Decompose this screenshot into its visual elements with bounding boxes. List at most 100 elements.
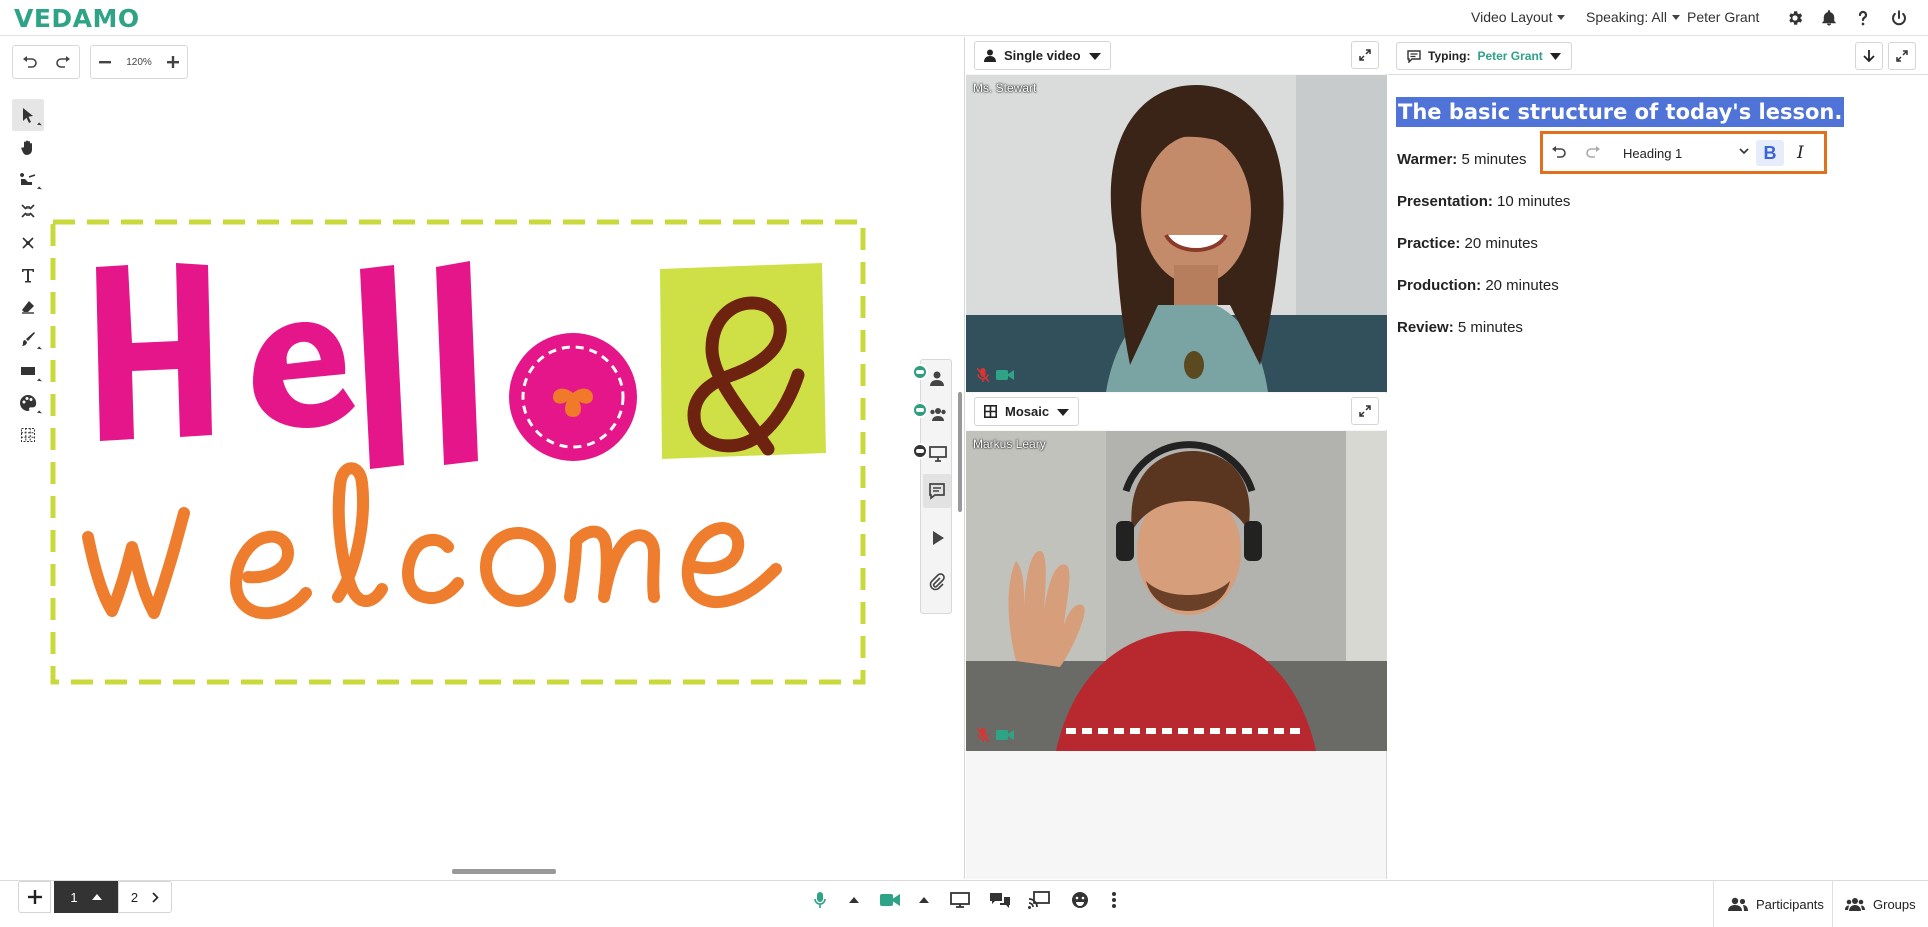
- hello-welcome-image[interactable]: [48, 217, 868, 687]
- gear-icon[interactable]: [1783, 6, 1807, 30]
- pointer-tool[interactable]: [12, 163, 44, 195]
- typing-user: Peter Grant: [1477, 49, 1543, 63]
- notes-tab[interactable]: [923, 474, 951, 508]
- single-video-dropdown[interactable]: Single video: [974, 41, 1111, 70]
- zoom-group: 120%: [90, 45, 188, 79]
- groups-button[interactable]: Groups: [1832, 881, 1928, 927]
- chevron-right-icon: [152, 891, 159, 903]
- lesson-item[interactable]: Review: 5 minutes: [1397, 319, 1523, 336]
- next-page[interactable]: 2: [118, 881, 172, 913]
- shape-tool[interactable]: [12, 355, 44, 387]
- microphone-icon[interactable]: [806, 888, 834, 912]
- caret-down-icon: [1088, 52, 1101, 60]
- palette-tool[interactable]: [12, 387, 44, 419]
- style-select[interactable]: Heading 1: [1623, 146, 1682, 161]
- video-tile-leary[interactable]: Markus Leary: [966, 431, 1387, 751]
- chat-icon[interactable]: [986, 888, 1014, 912]
- user-name[interactable]: Peter Grant: [1687, 9, 1759, 25]
- participant-video: [966, 75, 1387, 392]
- bold-button[interactable]: B: [1756, 140, 1784, 166]
- speaking-menu[interactable]: Speaking: All: [1586, 9, 1680, 25]
- group-icon[interactable]: [929, 406, 947, 422]
- status-dot: [912, 364, 928, 380]
- lesson-item[interactable]: Presentation: 10 minutes: [1397, 193, 1570, 210]
- expand-icon[interactable]: [1351, 41, 1379, 69]
- help-icon[interactable]: [1851, 6, 1875, 30]
- caret-down-icon: [1557, 14, 1566, 20]
- vertical-scrollbar[interactable]: [958, 392, 962, 512]
- caret-up-icon[interactable]: [840, 888, 868, 912]
- redo-icon[interactable]: [55, 55, 71, 69]
- notes-header: Typing: Peter Grant: [1388, 37, 1928, 75]
- caret-up-icon[interactable]: [910, 888, 938, 912]
- video-layout-menu[interactable]: Video Layout: [1471, 9, 1566, 25]
- screen-icon[interactable]: [929, 446, 947, 462]
- caret-down-icon: [1671, 14, 1680, 20]
- lesson-item[interactable]: Warmer: 5 minutes: [1397, 151, 1527, 168]
- whiteboard[interactable]: 120%: [3, 37, 965, 879]
- text-tool[interactable]: [12, 259, 44, 291]
- caret-down-icon: [1057, 408, 1070, 416]
- horizontal-scrollbar[interactable]: [452, 869, 556, 874]
- typing-label: Typing:: [1428, 49, 1471, 63]
- lesson-item[interactable]: Practice: 20 minutes: [1397, 235, 1538, 252]
- redo-icon[interactable]: [1585, 145, 1601, 159]
- video-header-bottom: Mosaic: [966, 393, 1387, 430]
- mosaic-dropdown[interactable]: Mosaic: [974, 397, 1080, 426]
- fit-tool[interactable]: [12, 195, 44, 227]
- undo-redo-group: [12, 45, 80, 79]
- tool-palette: [12, 99, 46, 451]
- zoom-out-icon[interactable]: [98, 55, 112, 69]
- select-tool[interactable]: [12, 99, 44, 131]
- user-icon[interactable]: [929, 370, 945, 386]
- participants-icon: [1728, 897, 1748, 911]
- muted-mic-icon: [977, 367, 989, 383]
- camera-icon[interactable]: [876, 888, 904, 912]
- transform-tool[interactable]: [12, 227, 44, 259]
- more-options-icon[interactable]: [1100, 888, 1128, 912]
- participants-button[interactable]: Participants: [1713, 881, 1832, 927]
- typing-dropdown[interactable]: Typing: Peter Grant: [1396, 42, 1572, 70]
- video-panel: Single video Ms. Stewart Mosaic Markus L…: [966, 37, 1387, 879]
- italic-button[interactable]: I: [1797, 143, 1804, 163]
- add-page-button[interactable]: [18, 881, 51, 913]
- undo-icon[interactable]: [1551, 145, 1567, 159]
- page-number: 2: [130, 889, 139, 905]
- notes-panel: Typing: Peter Grant The basic structure …: [1388, 37, 1928, 879]
- video-mode-label: Single video: [1004, 48, 1081, 63]
- note-icon: [1407, 49, 1421, 63]
- brush-tool[interactable]: [12, 323, 44, 355]
- participant-video: [966, 431, 1387, 751]
- screen-share-icon[interactable]: [946, 888, 974, 912]
- current-page[interactable]: 1: [54, 881, 118, 913]
- speaking-label: Speaking: All: [1586, 9, 1667, 25]
- person-icon: [984, 49, 996, 62]
- cast-icon[interactable]: [1025, 888, 1053, 912]
- grid-tool[interactable]: [12, 419, 44, 451]
- expand-icon[interactable]: [1351, 397, 1379, 425]
- bell-icon[interactable]: [1817, 6, 1841, 30]
- lesson-item[interactable]: Production: 20 minutes: [1397, 277, 1559, 294]
- power-icon[interactable]: [1887, 6, 1911, 30]
- caret-up-icon: [91, 894, 102, 900]
- paperclip-icon[interactable]: [929, 573, 945, 591]
- expand-icon[interactable]: [1888, 42, 1916, 70]
- video-tile-stewart[interactable]: Ms. Stewart: [966, 75, 1387, 392]
- eraser-tool[interactable]: [12, 291, 44, 323]
- video-layout-label: Video Layout: [1471, 9, 1553, 25]
- participants-label: Participants: [1756, 896, 1824, 912]
- camera-icon: [996, 369, 1014, 381]
- lesson-heading[interactable]: The basic structure of today's lesson.: [1396, 97, 1845, 127]
- play-icon[interactable]: [931, 530, 945, 546]
- status-dot: [912, 402, 928, 418]
- chevron-down-icon[interactable]: [1739, 148, 1749, 155]
- camera-icon: [996, 729, 1014, 741]
- emoji-icon[interactable]: [1066, 888, 1094, 912]
- undo-icon[interactable]: [22, 55, 38, 69]
- zoom-in-icon[interactable]: [166, 55, 180, 69]
- video-mode-label: Mosaic: [1005, 404, 1050, 419]
- hand-tool[interactable]: [12, 131, 44, 163]
- format-toolbar: Heading 1 B I: [1540, 131, 1827, 174]
- groups-label: Groups: [1873, 896, 1916, 912]
- download-icon[interactable]: [1855, 42, 1883, 70]
